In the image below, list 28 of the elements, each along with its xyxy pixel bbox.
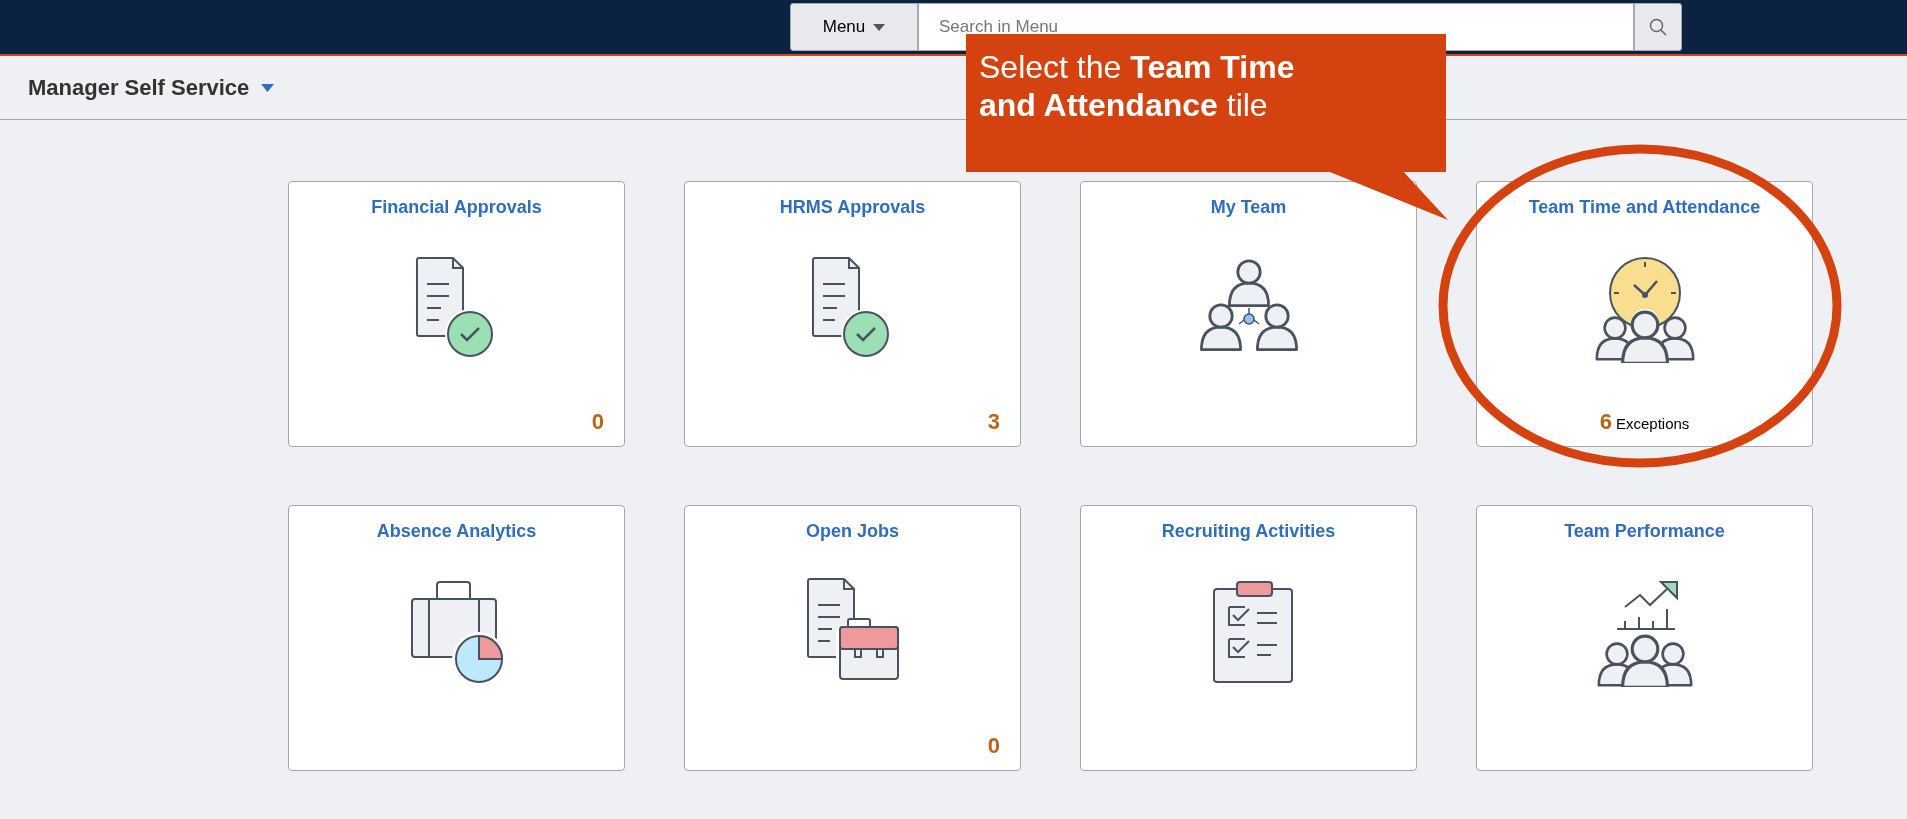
tile-title: HRMS Approvals	[779, 196, 926, 219]
caret-icon	[873, 23, 886, 31]
caret-icon[interactable]	[261, 83, 275, 92]
tile-count: 0	[987, 732, 1000, 760]
tile[interactable]: Financial Approvals 0	[288, 181, 625, 447]
search-icon	[1649, 18, 1667, 36]
menu-button[interactable]: Menu	[790, 3, 918, 51]
tile-title: Open Jobs	[806, 520, 899, 543]
tile[interactable]: Recruiting Activities	[1080, 505, 1417, 771]
tile[interactable]: Absence Analytics	[288, 505, 625, 771]
callout-text: Select the Team Time and Attendance tile	[979, 48, 1296, 125]
tile-title: Team Performance	[1564, 520, 1725, 543]
tile[interactable]: Team Time and Attendance 6 Exceptions	[1476, 181, 1813, 447]
tile-count: 3	[987, 408, 1000, 436]
tile-count: 6	[1599, 408, 1612, 436]
page-title: Manager Self Service	[28, 74, 250, 102]
tile-title: My Team	[1210, 196, 1287, 219]
tile-count-label: Exceptions	[1615, 414, 1690, 434]
tile[interactable]: HRMS Approvals 3	[684, 181, 1021, 447]
tile-title: Absence Analytics	[376, 520, 537, 543]
tile-title: Recruiting Activities	[1161, 520, 1336, 543]
tile-title: Team Time and Attendance	[1528, 196, 1761, 219]
tile[interactable]: My Team	[1080, 181, 1417, 447]
tile-title: Financial Approvals	[371, 196, 542, 219]
search-button[interactable]	[1634, 3, 1682, 51]
tile[interactable]: Team Performance	[1476, 505, 1813, 771]
tile-count: 0	[591, 408, 604, 436]
tile[interactable]: Open Jobs 0	[684, 505, 1021, 771]
